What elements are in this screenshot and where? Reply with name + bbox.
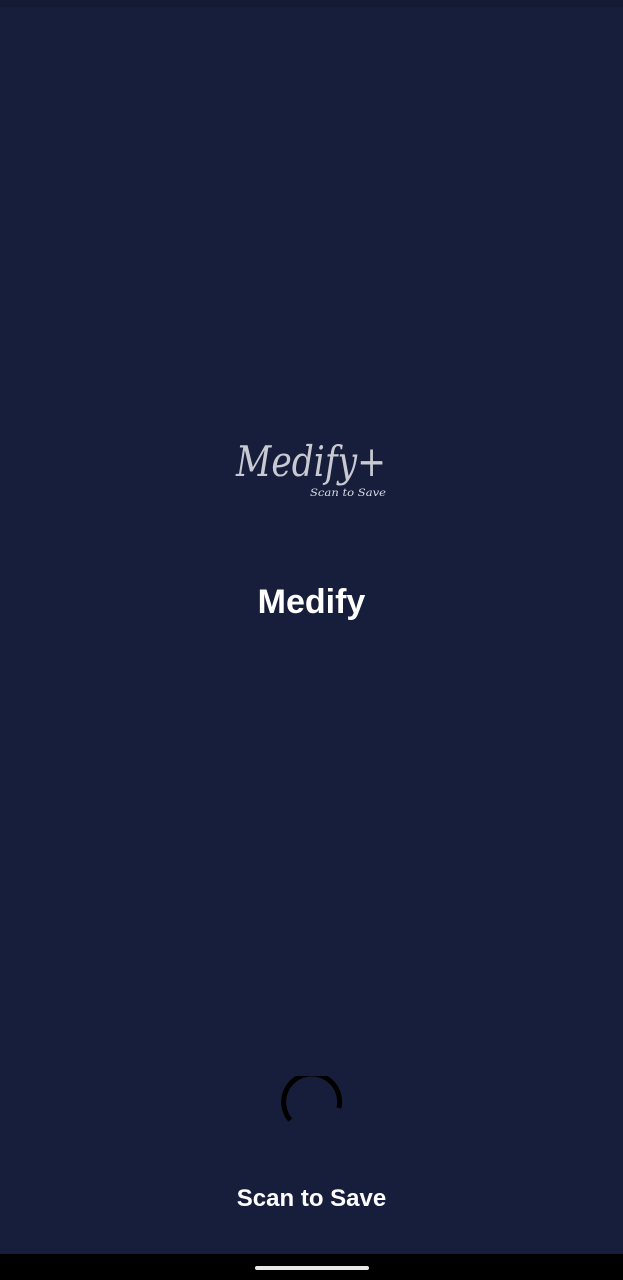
app-logo: Medify+ Scan to Save [235, 437, 386, 499]
app-title: Medify [257, 583, 366, 621]
loading-spinner-icon [281, 1076, 343, 1122]
status-bar [0, 0, 623, 7]
home-indicator[interactable] [255, 1266, 369, 1270]
logo-wordmark: Medify+ [235, 437, 386, 486]
loading-tagline: Scan to Save [236, 1185, 387, 1212]
splash-screen: Medify+ Scan to Save Medify Scan to Save [0, 0, 623, 1280]
navigation-bar [0, 1254, 623, 1280]
logo-tagline: Scan to Save [310, 488, 386, 499]
